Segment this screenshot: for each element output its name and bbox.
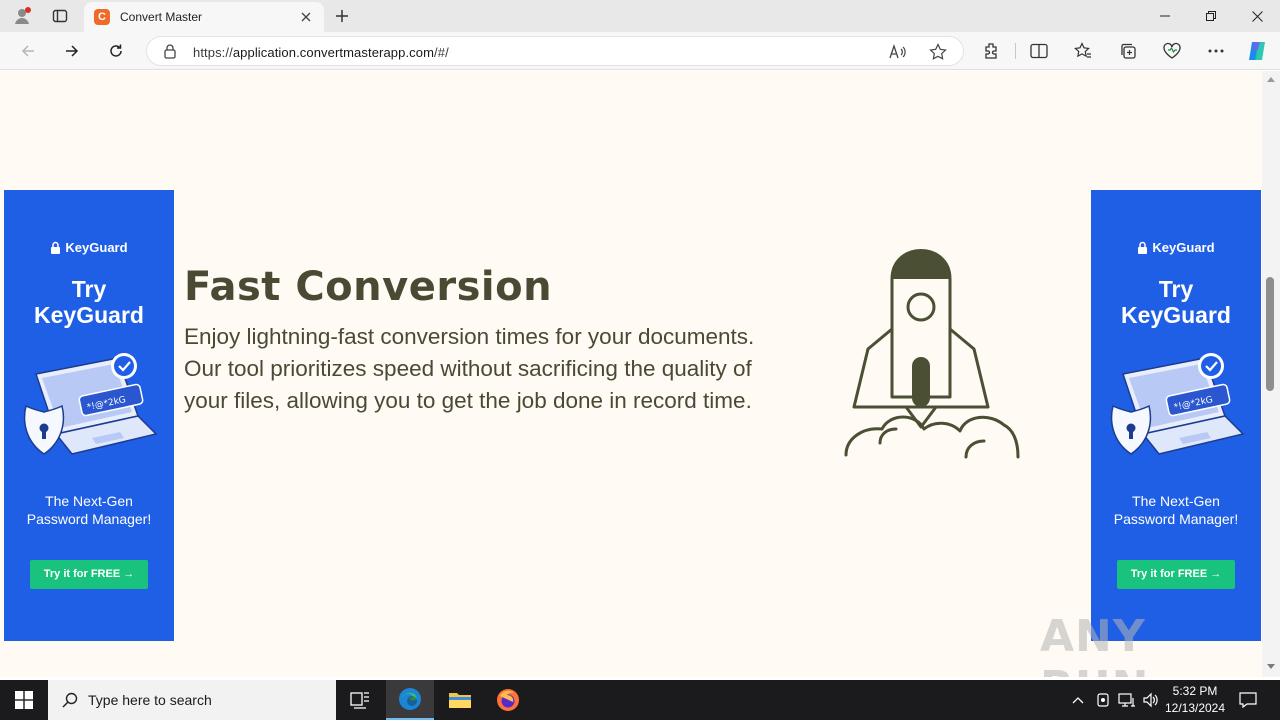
ad-subtitle-line1: The Next-Gen [1132,493,1220,509]
address-bar[interactable]: https://application.convertmasterapp.com… [146,36,964,66]
try-free-button[interactable]: Try it for FREE → [30,560,148,589]
url-scheme: https:// [193,45,233,60]
ad-title: Try KeyGuard [1091,276,1261,328]
settings-more-icon[interactable] [1203,38,1229,64]
taskbar-clock[interactable]: 5:32 PM 12/13/2024 [1160,683,1230,717]
ad-brand: KeyGuard [4,240,174,255]
ad-subtitle-line2: Password Manager! [1113,511,1239,527]
padlock-icon [51,241,61,254]
url-path: /#/ [434,45,449,60]
network-icon[interactable] [1117,690,1137,710]
lock-icon[interactable] [163,43,177,64]
file-explorer-icon[interactable] [436,680,484,720]
notifications-icon[interactable] [1238,690,1258,710]
show-hidden-icons-chevron-icon[interactable] [1068,690,1088,710]
windows-start-icon[interactable] [0,680,48,720]
convert-master-favicon-icon: C [94,9,110,25]
extensions-icon[interactable] [978,38,1004,64]
laptop-shield-illustration-icon: *!@*2kG [1110,353,1245,455]
laptop-shield-illustration-icon: *!@*2kG [23,353,158,455]
task-view-icon[interactable] [336,680,384,720]
clock-date: 12/13/2024 [1164,701,1226,715]
windows-taskbar: Type here to search 5:32 PM 12/13/2024 [0,680,1280,720]
web-page: KeyGuard Try KeyGuard *!@*2kG The Next-G… [0,71,1262,677]
ad-subtitle: The Next-Gen Password Manager! [1091,492,1261,528]
ad-title-line2: KeyGuard [34,302,144,328]
favorites-icon[interactable] [1070,38,1096,64]
new-tab-button[interactable] [330,4,354,28]
anyrun-watermark: ANY RUN [1040,611,1148,677]
ad-title-line1: Try [71,276,107,302]
volume-icon[interactable] [1141,690,1161,710]
read-aloud-icon[interactable] [887,41,909,63]
favorite-star-icon[interactable] [927,41,949,63]
page-scrollbar[interactable] [1262,71,1280,677]
browser-toolbar: https://application.convertmasterapp.com… [0,32,1280,70]
firefox-icon[interactable] [484,680,532,720]
ad-subtitle-line1: The Next-Gen [45,493,133,509]
scroll-down-arrow-icon[interactable] [1267,664,1275,669]
ad-title: Try KeyGuard [4,276,174,328]
minimize-icon[interactable] [1142,0,1188,32]
ad-title-line1: Try [1158,276,1194,302]
url-host: application.convertmasterapp.com [232,45,435,60]
tab-convert-master[interactable]: C Convert Master [84,2,324,32]
ad-brand-name: KeyGuard [65,240,128,255]
url-text[interactable]: https://application.convertmasterapp.com… [193,45,449,60]
forward-icon[interactable] [58,37,86,65]
feature-title: Fast Conversion [184,264,553,310]
refresh-icon[interactable] [102,37,130,65]
search-icon [62,692,78,708]
keyguard-ad-right[interactable]: KeyGuard Try KeyGuard *!@*2kG The Next-G… [1091,190,1261,641]
rocket-icon [844,249,1020,459]
taskbar-search-box[interactable]: Type here to search [48,680,336,720]
clock-time: 5:32 PM [1172,684,1218,698]
ad-subtitle-line2: Password Manager! [26,511,152,527]
padlock-icon [1138,241,1148,254]
collections-icon[interactable] [1115,38,1141,64]
feature-description: Enjoy lightning-fast conversion times fo… [184,324,755,413]
edge-taskbar-icon[interactable] [386,680,434,720]
ad-brand-name: KeyGuard [1152,240,1215,255]
tab-actions-icon[interactable] [46,4,74,28]
close-tab-icon[interactable] [296,7,316,27]
try-free-button[interactable]: Try it for FREE → [1117,560,1235,589]
close-window-icon[interactable] [1234,0,1280,32]
keyguard-ad-left[interactable]: KeyGuard Try KeyGuard *!@*2kG The Next-G… [4,190,174,641]
copilot-icon[interactable] [1244,38,1270,64]
back-icon[interactable] [14,37,42,65]
profile-icon[interactable] [8,4,36,28]
search-placeholder: Type here to search [88,692,212,708]
ad-brand: KeyGuard [1091,240,1261,255]
split-screen-icon[interactable] [1026,38,1052,64]
toolbar-divider [1015,43,1016,59]
scroll-thumb[interactable] [1266,277,1274,391]
restore-icon[interactable] [1188,0,1234,32]
scroll-up-arrow-icon[interactable] [1267,77,1275,82]
security-tray-icon[interactable] [1093,690,1113,710]
ad-subtitle: The Next-Gen Password Manager! [4,492,174,528]
ad-title-line2: KeyGuard [1121,302,1231,328]
browser-essentials-icon[interactable] [1159,38,1185,64]
tab-strip: C Convert Master [0,0,1280,32]
tab-title: Convert Master [120,10,203,24]
